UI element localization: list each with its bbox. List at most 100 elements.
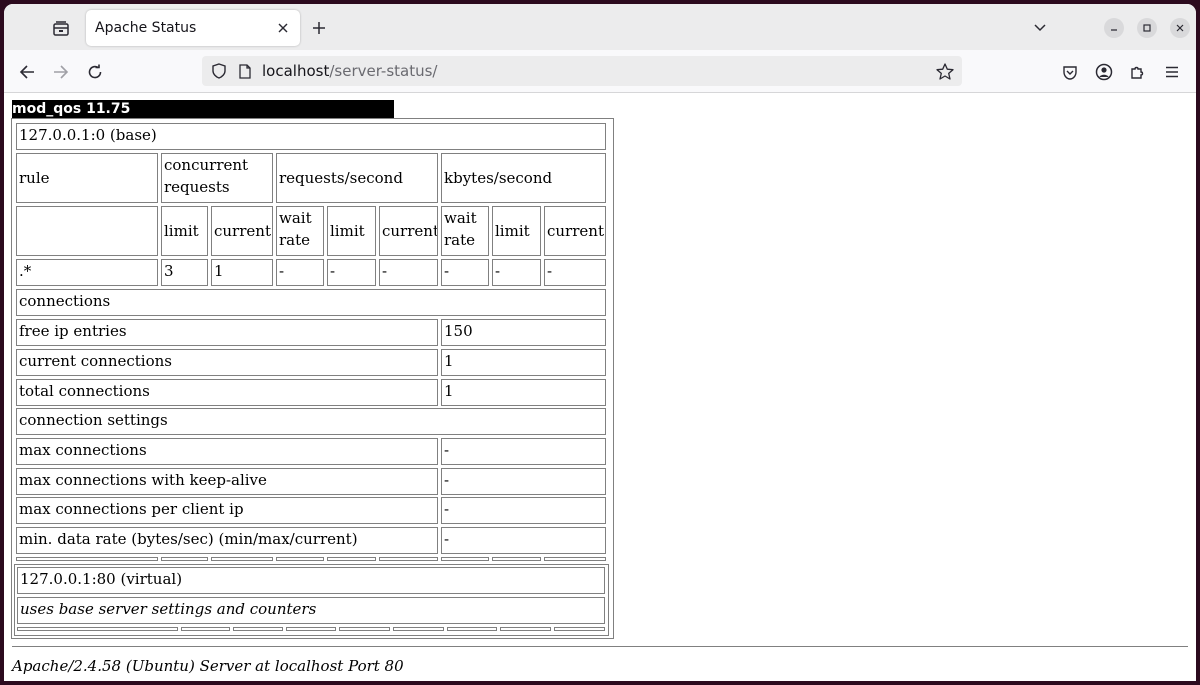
shield-icon[interactable] [210, 62, 228, 80]
value-cell: - [276, 259, 324, 286]
new-tab-button[interactable] [307, 16, 331, 40]
subcolumn-limit: limit [327, 206, 376, 256]
back-button[interactable] [13, 58, 41, 86]
bookmark-star-icon[interactable] [936, 62, 954, 80]
maximize-button[interactable] [1137, 18, 1157, 38]
pocket-icon [1063, 65, 1077, 80]
spacer-cell [181, 627, 230, 631]
reload-icon [88, 64, 102, 79]
value-cell: - [441, 259, 489, 286]
setting-value: - [441, 468, 606, 495]
tab-apache-status[interactable]: Apache Status [86, 10, 300, 46]
column-requests-per-second: requests/second [276, 153, 438, 203]
tab-close-button[interactable] [274, 19, 292, 37]
pocket-button[interactable] [1056, 58, 1084, 86]
spacer-cell [379, 557, 438, 561]
reload-button[interactable] [81, 58, 109, 86]
subcolumn-current: current [379, 206, 438, 256]
firefox-view-button[interactable] [48, 16, 74, 42]
forward-button[interactable] [47, 58, 75, 86]
extensions-button[interactable] [1124, 58, 1152, 86]
hamburger-menu-icon [1166, 66, 1178, 78]
connections-header: connections [16, 289, 606, 316]
close-icon [1176, 24, 1184, 32]
connection-value: 150 [441, 319, 606, 346]
value-cell: - [379, 259, 438, 286]
chevron-down-icon [1034, 24, 1046, 32]
tab-title: Apache Status [95, 20, 197, 36]
subcolumn-wait-rate: wait rate [276, 206, 324, 256]
close-window-button[interactable] [1170, 18, 1190, 38]
value-cell: 3 [161, 259, 208, 286]
firefox-view-icon [53, 21, 69, 36]
plus-icon [313, 22, 325, 34]
page-content: mod_qos 11.75 127.0.0.1:0 (base) rule co… [4, 93, 1196, 681]
spacer-cell [327, 557, 376, 561]
subcolumn-current: current [544, 206, 606, 256]
connection-label: current connections [16, 349, 438, 376]
value-cell: - [327, 259, 376, 286]
menu-button[interactable] [1158, 58, 1186, 86]
status-table: 127.0.0.1:0 (base) rule concurrent reque… [11, 118, 614, 639]
spacer-cell [16, 557, 158, 561]
maximize-icon [1143, 24, 1151, 32]
navigation-toolbar: localhost/server-status/ [4, 50, 1196, 93]
virtual-server-note: uses base server settings and counters [17, 597, 605, 624]
subcolumn-limit: limit [492, 206, 541, 256]
virtual-server-header: 127.0.0.1:80 (virtual) [17, 567, 605, 594]
subcolumn-wait-rate: wait rate [441, 206, 489, 256]
setting-value: - [441, 527, 606, 554]
spacer-cell [286, 627, 336, 631]
browser-window: Apache Status localhost/server-status/ m… [4, 4, 1196, 681]
url-text[interactable]: localhost/server-status/ [262, 62, 437, 80]
setting-label: max connections with keep-alive [16, 468, 438, 495]
connection-label: total connections [16, 379, 438, 406]
horizontal-rule [12, 646, 1188, 647]
connection-label: free ip entries [16, 319, 438, 346]
tab-strip: Apache Status [4, 4, 1196, 50]
account-button[interactable] [1090, 58, 1118, 86]
subcolumn-current: current [211, 206, 273, 256]
subcolumn-limit: limit [161, 206, 208, 256]
module-title: mod_qos 11.75 [12, 100, 394, 118]
arrow-right-icon [54, 65, 69, 79]
url-path: /server-status/ [329, 62, 438, 80]
account-icon [1095, 63, 1113, 81]
value-cell: 1 [211, 259, 273, 286]
spacer-cell [211, 557, 273, 561]
spacer-cell [339, 627, 390, 631]
spacer-cell [500, 627, 551, 631]
setting-label: min. data rate (bytes/sec) (min/max/curr… [16, 527, 438, 554]
setting-label: max connections per client ip [16, 497, 438, 524]
puzzle-icon [1131, 66, 1144, 79]
base-server-header: 127.0.0.1:0 (base) [16, 123, 606, 150]
spacer-cell [441, 557, 489, 561]
list-all-tabs-button[interactable] [1028, 16, 1052, 40]
spacer-cell [233, 627, 283, 631]
page-icon[interactable] [236, 62, 254, 80]
subcolumn-empty [16, 206, 158, 256]
connection-settings-header: connection settings [16, 408, 606, 435]
value-cell: - [492, 259, 541, 286]
spacer-cell [544, 557, 606, 561]
spacer-cell [447, 627, 497, 631]
setting-value: - [441, 497, 606, 524]
connection-value: 1 [441, 349, 606, 376]
minimize-button[interactable] [1104, 18, 1124, 38]
spacer-cell [393, 627, 444, 631]
value-cell: - [544, 259, 606, 286]
close-icon [278, 23, 288, 33]
spacer-cell [276, 557, 324, 561]
setting-label: max connections [16, 438, 438, 465]
column-kbytes-per-second: kbytes/second [441, 153, 606, 203]
spacer-cell [161, 557, 208, 561]
address-bar[interactable]: localhost/server-status/ [202, 56, 962, 86]
column-concurrent-requests: concurrent requests [161, 153, 273, 203]
setting-value: - [441, 438, 606, 465]
arrow-left-icon [19, 65, 34, 79]
url-host: localhost [262, 62, 330, 80]
spacer-cell [17, 627, 178, 631]
spacer-cell [554, 627, 605, 631]
connection-value: 1 [441, 379, 606, 406]
rule-cell: .* [16, 259, 158, 286]
